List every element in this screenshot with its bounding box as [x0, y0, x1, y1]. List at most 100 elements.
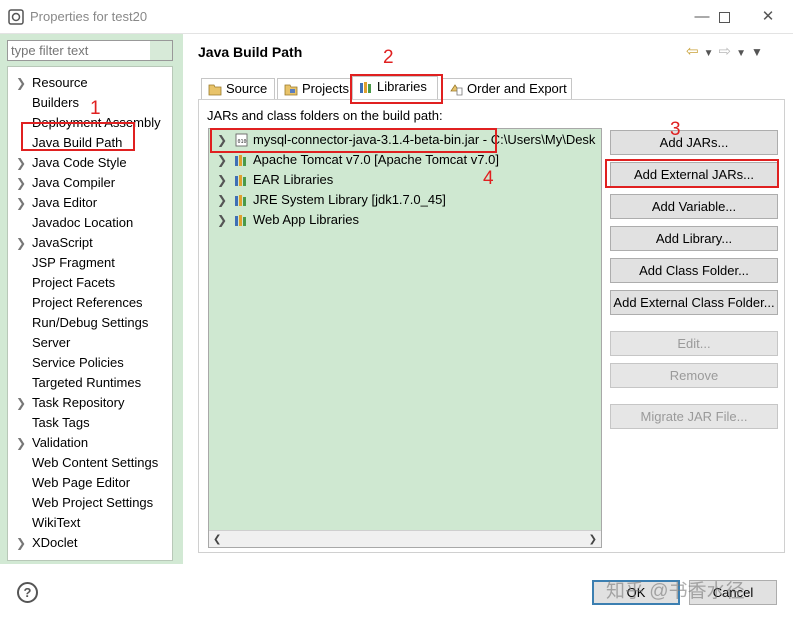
filter-clear-button[interactable] [150, 41, 172, 60]
scroll-left-icon[interactable]: ❮ [213, 531, 221, 548]
tab-libraries[interactable]: Libraries [352, 76, 438, 100]
window-title: Properties for test20 [30, 9, 148, 24]
chevron-right-icon[interactable]: ❯ [217, 130, 227, 150]
library-item-ear-libraries[interactable]: ❯ EAR Libraries [209, 170, 333, 190]
tree-item-label: Builders [32, 95, 79, 110]
help-button[interactable]: ? [17, 582, 38, 603]
eclipse-app-icon [8, 9, 24, 25]
close-button[interactable]: ✕ [748, 4, 788, 30]
title-bar: Properties for test20 — ✕ [0, 0, 793, 34]
library-item-apache-tomcat[interactable]: ❯ Apache Tomcat v7.0 [Apache Tomcat v7.0… [209, 150, 499, 170]
chevron-right-icon[interactable]: ❯ [16, 73, 26, 93]
library-item-mysql-jar[interactable]: ❯ 010 mysql-connector-java-3.1.4-beta-bi… [209, 130, 595, 150]
tree-item-label: Run/Debug Settings [32, 315, 149, 330]
add-library-button[interactable]: Add Library... [610, 226, 778, 251]
chevron-down-icon[interactable]: ▼ [704, 48, 714, 59]
tab-source[interactable]: Source [201, 78, 275, 100]
tree-item-label: Task Repository [32, 395, 125, 410]
projects-icon [284, 84, 298, 96]
tree-item-java-editor[interactable]: ❯ Java Editor [8, 193, 172, 213]
tab-projects[interactable]: Projects [277, 78, 351, 100]
add-external-class-folder-button[interactable]: Add External Class Folder... [610, 290, 778, 315]
tab-label: Projects [302, 81, 349, 96]
chevron-right-icon[interactable]: ❯ [16, 173, 26, 193]
library-icon [235, 175, 246, 186]
tree-item-javadoc-location[interactable]: Javadoc Location [8, 213, 172, 233]
library-icon [235, 155, 246, 166]
tree-item-validation[interactable]: ❯ Validation [8, 433, 172, 453]
migrate-jar-button[interactable]: Migrate JAR File... [610, 404, 778, 429]
tree-item-label: Javadoc Location [32, 215, 134, 230]
add-variable-button[interactable]: Add Variable... [610, 194, 778, 219]
tree-item-service-policies[interactable]: Service Policies [8, 353, 172, 373]
chevron-right-icon[interactable]: ❯ [16, 153, 26, 173]
view-menu-icon[interactable]: ▼ [751, 45, 763, 59]
tree-item-label: Resource [32, 75, 88, 90]
tree-item-jsp-fragment[interactable]: JSP Fragment [8, 253, 172, 273]
chevron-right-icon[interactable]: ❯ [16, 393, 26, 413]
tree-item-label: WikiText [32, 515, 81, 530]
library-item-label: EAR Libraries [253, 172, 334, 187]
library-item-web-app[interactable]: ❯ Web App Libraries [209, 210, 359, 230]
tree-item-label: JavaScript [32, 235, 93, 250]
tab-strip: Source Projects Libraries Order and Expo… [198, 76, 598, 100]
tree-item-label: Validation [32, 435, 89, 450]
tree-item-xdoclet[interactable]: ❯ XDoclet [8, 533, 172, 553]
annotation-number: 2 [383, 47, 394, 68]
tree-item-task-tags[interactable]: Task Tags [8, 413, 172, 433]
tree-item-web-page-editor[interactable]: Web Page Editor [8, 473, 172, 493]
horizontal-scrollbar[interactable]: ❮ ❯ [209, 530, 601, 547]
tree-item-label: Server [32, 335, 71, 350]
add-external-jars-button[interactable]: Add External JARs... [610, 162, 778, 187]
add-jars-button[interactable]: Add JARs... [610, 130, 778, 155]
tree-item-resource[interactable]: ❯ Resource [8, 73, 172, 93]
chevron-right-icon[interactable]: ❯ [217, 190, 227, 210]
forward-arrow-icon[interactable]: ⇨ [718, 42, 731, 60]
chevron-right-icon[interactable]: ❯ [217, 210, 227, 230]
tree-item-wikitext[interactable]: WikiText [8, 513, 172, 533]
tree-item-server[interactable]: Server [8, 333, 172, 353]
tree-item-label: Project References [32, 295, 143, 310]
tree-item-label: Java Editor [32, 195, 98, 210]
tree-item-javascript[interactable]: ❯ JavaScript [8, 233, 172, 253]
tree-item-targeted-runtimes[interactable]: Targeted Runtimes [8, 373, 172, 393]
back-arrow-icon[interactable]: ⇦ [686, 42, 699, 60]
tree-item-label: Java Build Path [32, 135, 123, 150]
chevron-right-icon[interactable]: ❯ [16, 533, 26, 553]
tab-order-and-export[interactable]: Order and Export [442, 78, 572, 100]
remove-button[interactable]: Remove [610, 363, 778, 388]
chevron-right-icon[interactable]: ❯ [16, 433, 26, 453]
add-class-folder-button[interactable]: Add Class Folder... [610, 258, 778, 283]
chevron-right-icon[interactable]: ❯ [16, 193, 26, 213]
annotation-number: 1 [90, 98, 101, 119]
annotation-number: 4 [483, 168, 494, 189]
tree-item-run-debug-settings[interactable]: Run/Debug Settings [8, 313, 172, 333]
chevron-down-icon[interactable]: ▼ [736, 48, 746, 59]
tree-item-project-references[interactable]: Project References [8, 293, 172, 313]
tab-label: Order and Export [467, 81, 567, 96]
library-list[interactable]: ❯ 010 mysql-connector-java-3.1.4-beta-bi… [208, 128, 602, 548]
maximize-button[interactable] [704, 4, 744, 30]
tree-item-task-repository[interactable]: ❯ Task Repository [8, 393, 172, 413]
tree-item-project-facets[interactable]: Project Facets [8, 273, 172, 293]
library-item-label: JRE System Library [jdk1.7.0_45] [253, 192, 446, 207]
chevron-right-icon[interactable]: ❯ [16, 233, 26, 253]
library-item-jre-system[interactable]: ❯ JRE System Library [jdk1.7.0_45] [209, 190, 446, 210]
tree-item-web-content-settings[interactable]: Web Content Settings [8, 453, 172, 473]
tree-item-label: Targeted Runtimes [32, 375, 142, 390]
filter-input[interactable] [8, 41, 150, 60]
tree-item-label: Web Page Editor [32, 475, 131, 490]
tree-item-web-project-settings[interactable]: Web Project Settings [8, 493, 172, 513]
chevron-right-icon[interactable]: ❯ [217, 170, 227, 190]
tree-item-label: Java Compiler [32, 175, 116, 190]
tree-item-java-build-path[interactable]: Java Build Path [8, 133, 172, 153]
library-item-label: Apache Tomcat v7.0 [Apache Tomcat v7.0] [253, 152, 499, 167]
source-folder-icon [208, 84, 222, 96]
tree-item-java-compiler[interactable]: ❯ Java Compiler [8, 173, 172, 193]
scroll-right-icon[interactable]: ❯ [589, 531, 597, 548]
chevron-right-icon[interactable]: ❯ [217, 150, 227, 170]
tree-item-label: Web Project Settings [32, 495, 154, 510]
edit-button[interactable]: Edit... [610, 331, 778, 356]
tree-item-label: Java Code Style [32, 155, 127, 170]
tree-item-java-code-style[interactable]: ❯ Java Code Style [8, 153, 172, 173]
